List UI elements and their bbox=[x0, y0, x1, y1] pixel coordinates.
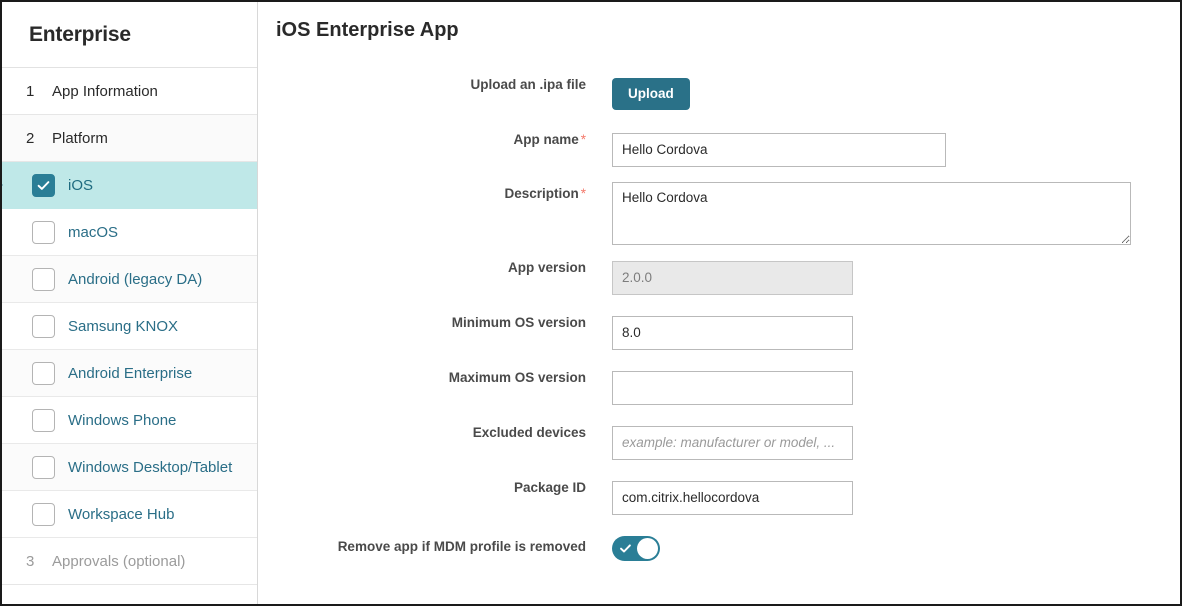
checkbox-android-legacy-da[interactable] bbox=[32, 268, 55, 291]
description-label-text: Description bbox=[504, 186, 578, 201]
form-row-app-name: App name* bbox=[259, 133, 1180, 167]
page-title: iOS Enterprise App bbox=[276, 19, 459, 42]
sidebar-header: Enterprise bbox=[2, 2, 257, 68]
app-version-input bbox=[612, 261, 853, 295]
platform-label: Windows Phone bbox=[68, 412, 176, 429]
min-os-version-label: Minimum OS version bbox=[259, 316, 612, 330]
app-form: Upload an .ipa file Upload App name* Des… bbox=[259, 78, 1180, 571]
sidebar-platform-windows-phone[interactable]: Windows Phone bbox=[2, 397, 257, 444]
enterprise-app-wizard: Enterprise 1 App Information 2 Platform … bbox=[0, 0, 1182, 606]
upload-button[interactable]: Upload bbox=[612, 78, 690, 110]
wizard-sidebar: Enterprise 1 App Information 2 Platform … bbox=[2, 2, 258, 604]
checkbox-workspace-hub[interactable] bbox=[32, 503, 55, 526]
sidebar-platform-workspace-hub[interactable]: Workspace Hub bbox=[2, 491, 257, 538]
remove-app-label: Remove app if MDM profile is removed bbox=[259, 536, 612, 554]
remove-app-toggle[interactable] bbox=[612, 536, 660, 561]
app-name-label-text: App name bbox=[513, 132, 578, 147]
checkbox-windows-desktop-tablet[interactable] bbox=[32, 456, 55, 479]
step-label: App Information bbox=[52, 83, 158, 100]
form-row-excluded-devices: Excluded devices bbox=[259, 426, 1180, 460]
form-row-upload: Upload an .ipa file Upload bbox=[259, 78, 1180, 110]
platform-label: Windows Desktop/Tablet bbox=[68, 459, 232, 476]
form-row-remove-app: Remove app if MDM profile is removed bbox=[259, 536, 1180, 561]
step-label: Approvals (optional) bbox=[52, 553, 185, 570]
sidebar-platform-macos[interactable]: macOS bbox=[2, 209, 257, 256]
main-panel: iOS Enterprise App Upload an .ipa file U… bbox=[259, 2, 1180, 604]
checkbox-macos[interactable] bbox=[32, 221, 55, 244]
platform-label: Workspace Hub bbox=[68, 506, 174, 523]
max-os-version-label: Maximum OS version bbox=[259, 371, 612, 385]
step-number: 3 bbox=[26, 553, 43, 570]
check-icon bbox=[619, 542, 632, 560]
upload-label: Upload an .ipa file bbox=[259, 78, 612, 92]
platform-label: Android Enterprise bbox=[68, 365, 192, 382]
app-name-input[interactable] bbox=[612, 133, 946, 167]
required-asterisk: * bbox=[581, 186, 586, 201]
sidebar-platform-android-legacy-da[interactable]: Android (legacy DA) bbox=[2, 256, 257, 303]
required-asterisk: * bbox=[581, 132, 586, 147]
excluded-devices-input[interactable] bbox=[612, 426, 853, 460]
package-id-input[interactable] bbox=[612, 481, 853, 515]
sidebar-platform-android-enterprise[interactable]: Android Enterprise bbox=[2, 350, 257, 397]
platform-label: iOS bbox=[68, 177, 93, 194]
sidebar-step-platform[interactable]: 2 Platform bbox=[2, 115, 257, 162]
step-label: Platform bbox=[52, 130, 108, 147]
app-name-label: App name* bbox=[259, 133, 612, 147]
description-label: Description* bbox=[259, 182, 612, 201]
step-number: 1 bbox=[26, 83, 43, 100]
app-version-label: App version bbox=[259, 261, 612, 275]
max-os-version-input[interactable] bbox=[612, 371, 853, 405]
platform-label: macOS bbox=[68, 224, 118, 241]
excluded-devices-label: Excluded devices bbox=[259, 426, 612, 440]
sidebar-platform-windows-desktop-tablet[interactable]: Windows Desktop/Tablet bbox=[2, 444, 257, 491]
sidebar-title: Enterprise bbox=[29, 23, 131, 47]
sidebar-step-app-information[interactable]: 1 App Information bbox=[2, 68, 257, 115]
form-row-max-os-version: Maximum OS version bbox=[259, 371, 1180, 405]
sidebar-platform-ios[interactable]: iOS bbox=[2, 162, 257, 209]
step-number: 2 bbox=[26, 130, 43, 147]
checkbox-samsung-knox[interactable] bbox=[32, 315, 55, 338]
form-row-package-id: Package ID bbox=[259, 481, 1180, 515]
checkbox-windows-phone[interactable] bbox=[32, 409, 55, 432]
form-row-description: Description* bbox=[259, 182, 1180, 245]
toggle-knob bbox=[637, 538, 658, 559]
platform-label: Samsung KNOX bbox=[68, 318, 178, 335]
checkbox-android-enterprise[interactable] bbox=[32, 362, 55, 385]
form-row-min-os-version: Minimum OS version bbox=[259, 316, 1180, 350]
form-row-app-version: App version bbox=[259, 261, 1180, 295]
min-os-version-input[interactable] bbox=[612, 316, 853, 350]
platform-label: Android (legacy DA) bbox=[68, 271, 202, 288]
sidebar-step-approvals[interactable]: 3 Approvals (optional) bbox=[2, 538, 257, 585]
package-id-label: Package ID bbox=[259, 481, 612, 495]
checkbox-ios[interactable] bbox=[32, 174, 55, 197]
description-textarea[interactable] bbox=[612, 182, 1131, 245]
sidebar-platform-samsung-knox[interactable]: Samsung KNOX bbox=[2, 303, 257, 350]
